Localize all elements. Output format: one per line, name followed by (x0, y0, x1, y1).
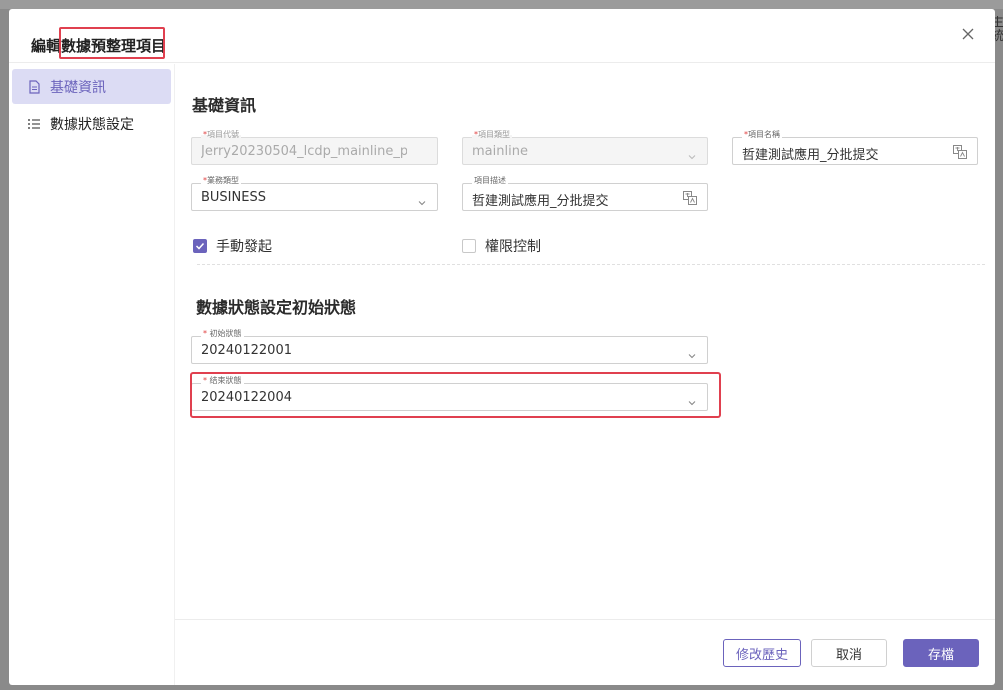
initial-status-select[interactable]: * 初始狀態 20240122001 (191, 329, 708, 364)
permission-control-checkbox[interactable]: 權限控制 (462, 236, 541, 256)
document-icon (26, 79, 42, 95)
list-icon (26, 116, 42, 132)
form-content: 基礎資訊 *項目代號 Jerry20230504_lcdp_mainline_p… (175, 64, 995, 619)
section-divider (197, 264, 985, 265)
history-button[interactable]: 修改歷史 (723, 639, 801, 667)
edit-item-dialog: 編輯數據預整理項目 基礎資訊 數據狀態設定 基礎資訊 *項目代號 Jerry20… (9, 9, 995, 685)
sidebar: 基礎資訊 數據狀態設定 (9, 64, 175, 685)
manual-trigger-checkbox[interactable]: 手動發起 (193, 236, 272, 256)
business-type-select[interactable]: *業務類型 BUSINESS (191, 176, 438, 211)
item-desc-value: 哲建測試應用_分批提交 (472, 194, 609, 209)
dialog-title: 編輯數據預整理項目 (31, 37, 167, 55)
item-name-label: *項目名稱 (742, 130, 782, 140)
sidebar-item-status-settings[interactable]: 數據狀態設定 (12, 106, 171, 141)
item-type-label: *項目類型 (472, 130, 512, 140)
initial-status-value: 20240122001 (201, 343, 292, 358)
translate-icon[interactable] (682, 190, 698, 206)
close-icon[interactable] (959, 25, 977, 43)
business-type-value: BUSINESS (201, 190, 266, 205)
translate-icon[interactable] (952, 144, 968, 160)
business-type-label: *業務類型 (201, 176, 241, 186)
sidebar-item-basic-info[interactable]: 基礎資訊 (12, 69, 171, 104)
dialog-footer: 修改歷史 取消 存檔 (175, 619, 995, 685)
sidebar-item-label: 基礎資訊 (50, 79, 106, 96)
checkbox-unchecked-icon (462, 239, 476, 253)
permission-control-label: 權限控制 (485, 239, 541, 255)
sidebar-item-label: 數據狀態設定 (50, 116, 134, 133)
item-type-select: *項目類型 mainline (462, 130, 708, 165)
item-desc-input[interactable]: 項目描述 哲建測試應用_分批提交 (462, 176, 708, 211)
section-title-basic-info: 基礎資訊 (192, 96, 257, 115)
background-strip (0, 0, 1003, 9)
item-code-value: Jerry20230504_lcdp_mainline_proje (201, 144, 407, 159)
item-desc-label: 項目描述 (472, 176, 508, 186)
section-title-status-settings: 數據狀態設定初始狀態 (196, 298, 357, 317)
end-status-label: * 结束狀態 (201, 376, 244, 386)
cancel-button[interactable]: 取消 (811, 639, 887, 667)
item-type-value: mainline (472, 144, 528, 159)
end-status-value: 20240122004 (201, 390, 292, 405)
item-name-value: 哲建測試應用_分批提交 (742, 148, 879, 163)
save-button[interactable]: 存檔 (903, 639, 979, 667)
chevron-down-icon (687, 346, 697, 359)
manual-trigger-label: 手動發起 (216, 239, 272, 255)
item-name-input[interactable]: *項目名稱 哲建測試應用_分批提交 (732, 130, 978, 165)
item-code-label: *項目代號 (201, 130, 241, 140)
chevron-down-icon (417, 193, 427, 206)
dialog-header: 編輯數據預整理項目 (9, 9, 995, 63)
end-status-select[interactable]: * 结束狀態 20240122004 (191, 376, 708, 411)
chevron-down-icon (687, 393, 697, 406)
initial-status-label: * 初始狀態 (201, 329, 244, 339)
checkbox-checked-icon (193, 239, 207, 253)
item-code-field: *項目代號 Jerry20230504_lcdp_mainline_proje (191, 130, 438, 165)
chevron-down-icon (687, 147, 697, 160)
